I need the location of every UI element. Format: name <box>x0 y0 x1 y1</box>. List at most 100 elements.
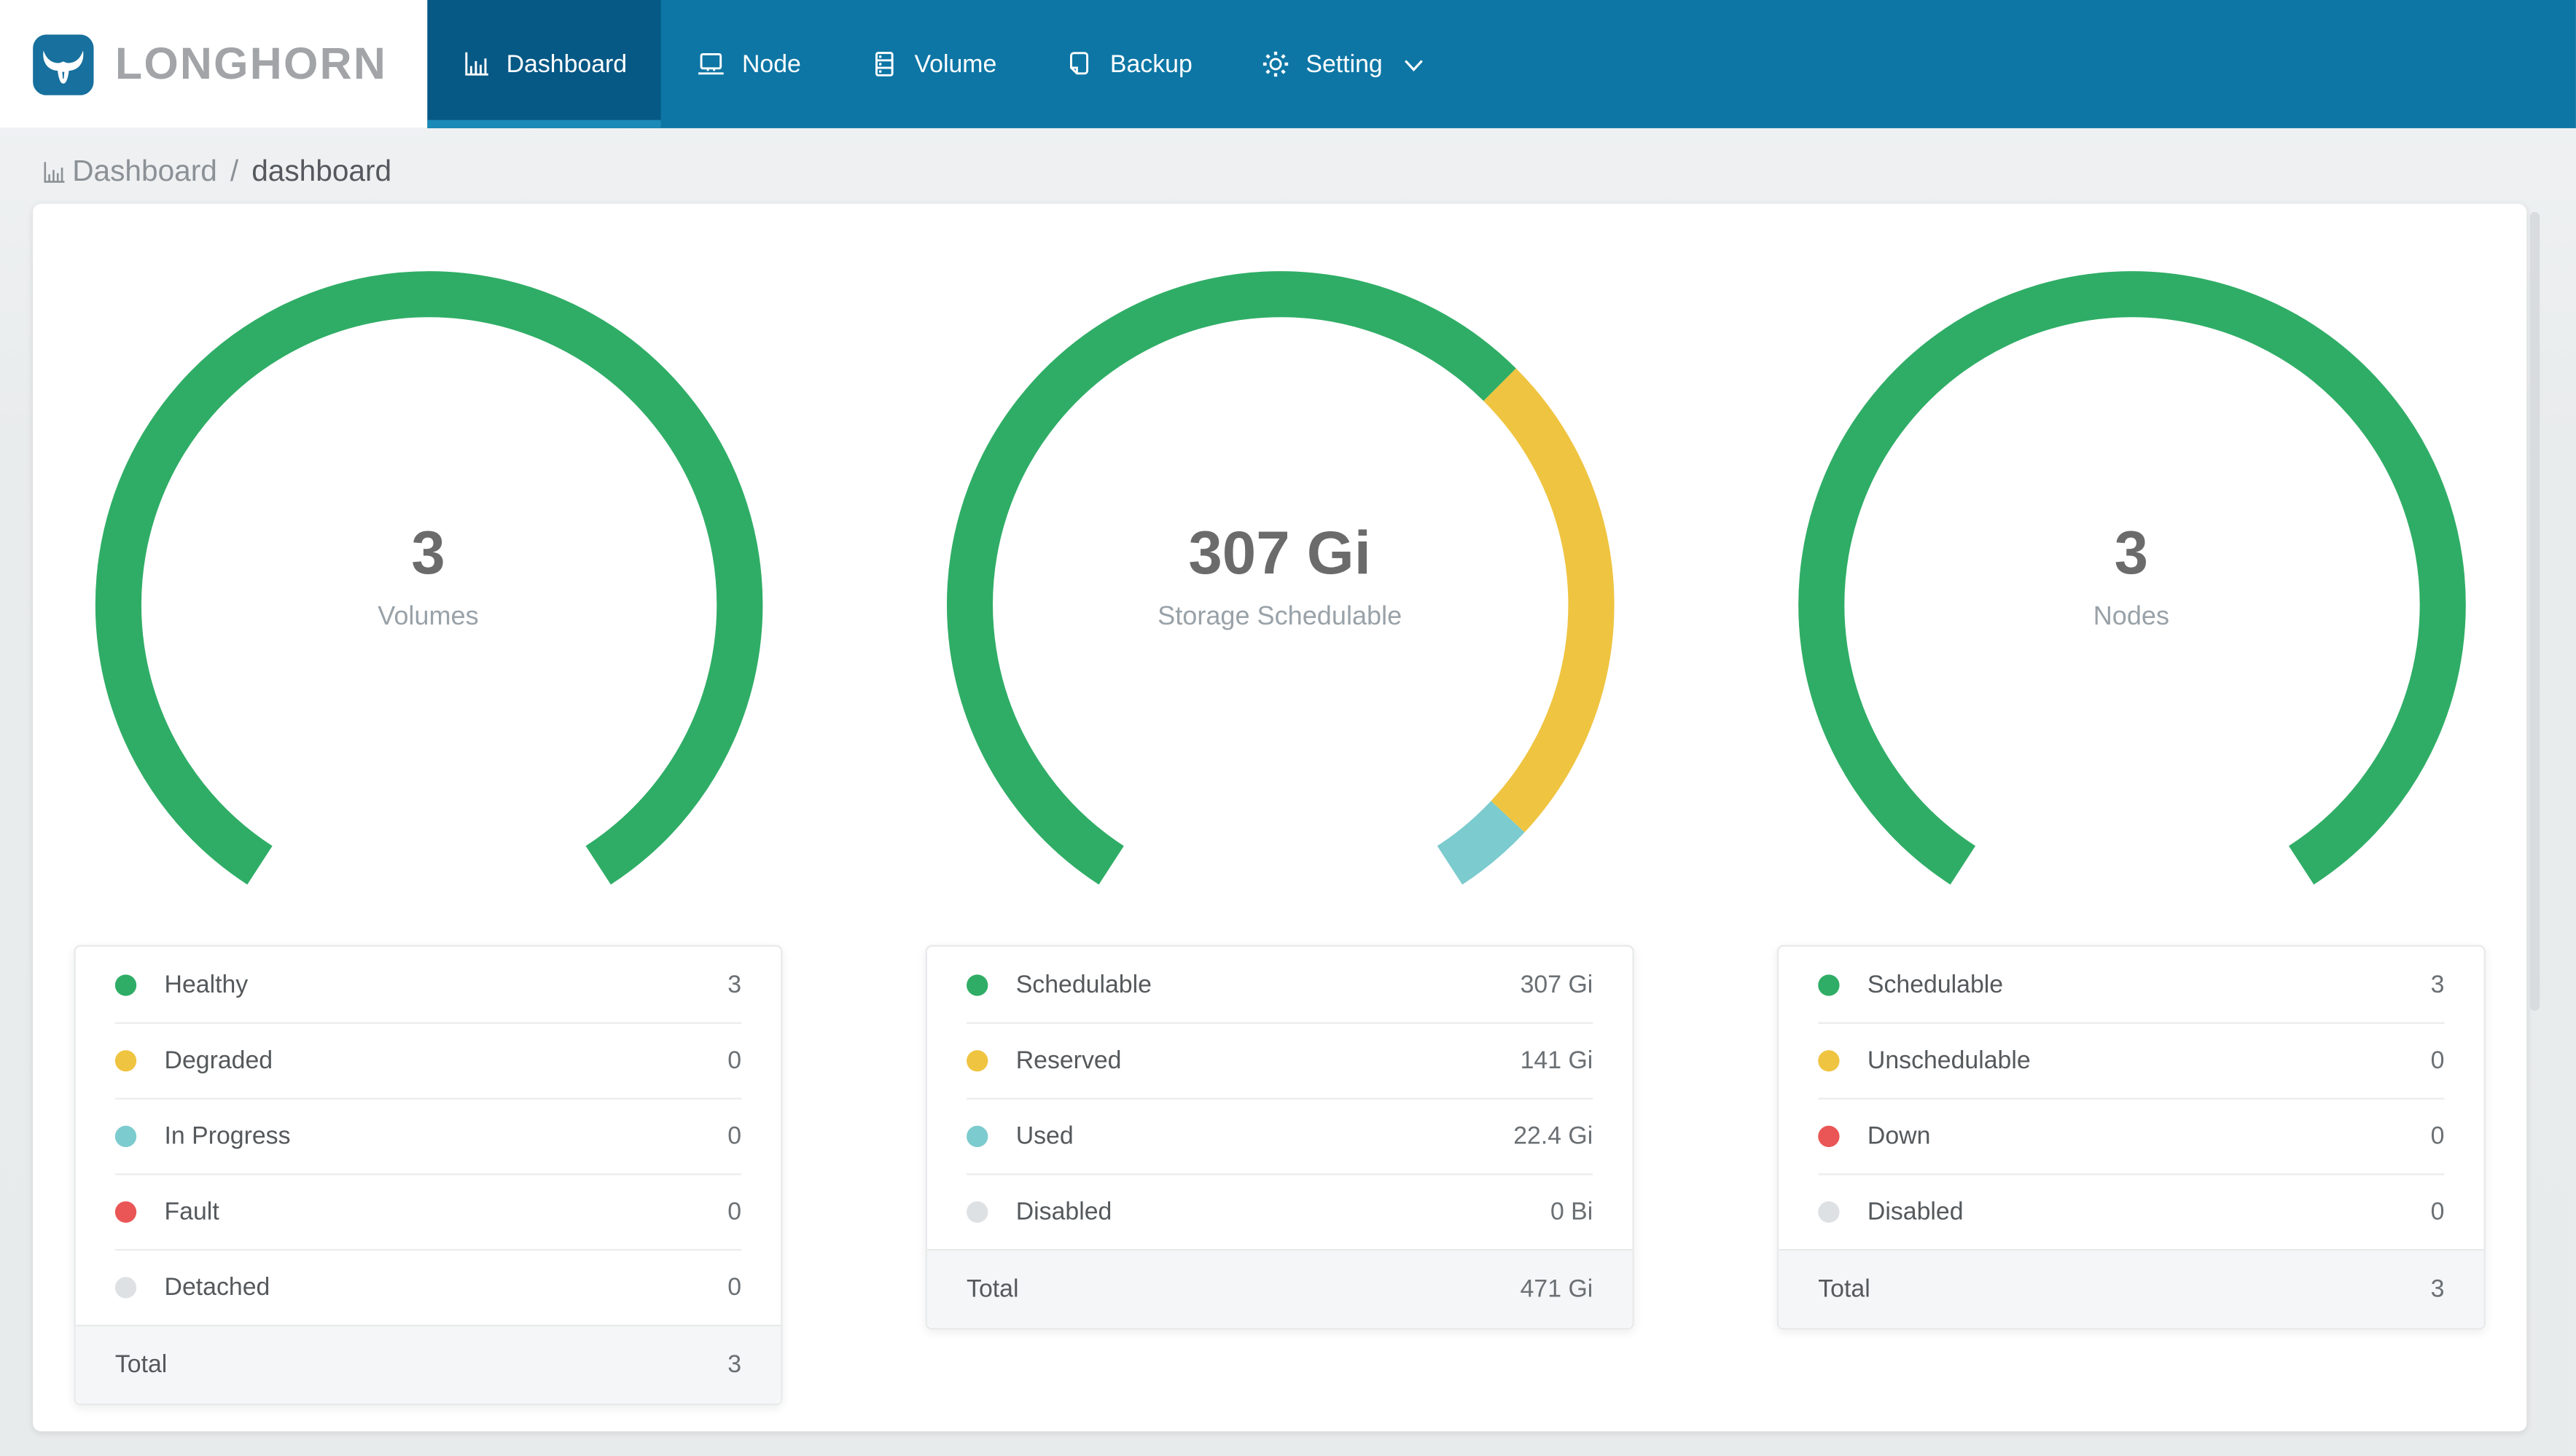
legend-label: Schedulable <box>1867 970 2004 999</box>
breadcrumb-dashboard-link[interactable]: Dashboard <box>72 154 217 188</box>
legend-dot <box>967 1200 988 1222</box>
legend-label: Degraded <box>164 1046 273 1074</box>
gauge-panel-storage-schedulable: 307 Gi Storage Schedulable Schedulable 307 … <box>925 204 1634 1406</box>
legend-value: 3 <box>727 970 742 999</box>
legend-value: 0 <box>727 1122 742 1150</box>
legend-total-row: Total 3 <box>75 1324 781 1404</box>
legend-dot <box>114 1124 137 1147</box>
legend-label: Reserved <box>1015 1046 1122 1074</box>
server-icon <box>875 52 894 77</box>
legend-row-disabled: Disabled 0 <box>1779 1173 2483 1249</box>
legend-label: Disabled <box>1867 1197 1964 1226</box>
legend-row-disabled: Disabled 0 Bi <box>927 1173 1632 1249</box>
legend-total-row: Total 3 <box>1779 1248 2484 1328</box>
gauge-segment-schedulable <box>1798 271 2465 885</box>
scrollbar-thumb[interactable] <box>2529 211 2540 1011</box>
breadcrumb-separator: / <box>230 153 239 187</box>
legend-total-value: 3 <box>727 1350 742 1379</box>
legend-value: 22.4 Gi <box>1513 1122 1593 1150</box>
legend-value: 0 <box>2430 1046 2445 1074</box>
legend-row-unschedulable: Unschedulable 0 <box>1779 1022 2483 1098</box>
legend-row-detached: Detached 0 <box>76 1248 781 1325</box>
gauge-ring-volumes: 3 Volumes <box>91 268 765 942</box>
nav-label: Dashboard <box>506 50 628 79</box>
legend-row-fault: Fault 0 <box>76 1173 781 1249</box>
gauge-segment-used <box>1436 800 1524 885</box>
donut-gauge <box>94 271 762 885</box>
legend-card-volumes: Healthy 3 Degraded 0 In Progress 0 Fault 0 Detac… <box>74 944 783 1406</box>
logo-link[interactable]: LONGHORN <box>0 0 428 128</box>
legend-total-label: Total <box>114 1350 168 1379</box>
nav-item-volume[interactable]: Volume <box>835 0 1031 128</box>
logo-wordmark: LONGHORN <box>114 38 388 88</box>
legend-row-used: Used 22.4 Gi <box>927 1097 1632 1173</box>
legend-dot <box>967 974 988 995</box>
file-copy-icon <box>1070 52 1089 75</box>
breadcrumb: Dashboard / dashboard <box>0 128 2576 214</box>
legend-row-reserved: Reserved 141 Gi <box>927 1022 1632 1098</box>
breadcrumb-current-page: dashboard <box>251 153 392 187</box>
legend-value: 0 Bi <box>1550 1197 1593 1226</box>
page: LONGHORN Dashboard Node Volume Backup Se… <box>0 0 2576 1456</box>
nav-item-backup[interactable]: Backup <box>1031 0 1227 128</box>
legend-value: 0 <box>2430 1122 2445 1150</box>
main-nav: Dashboard Node Volume Backup Setting <box>427 0 1458 128</box>
dashboard-card: 3 Volumes Healthy 3 Degraded 0 In Progress 0 Fau… <box>33 203 2527 1432</box>
legend-value: 0 <box>2430 1197 2445 1226</box>
nav-item-dashboard[interactable]: Dashboard <box>427 0 663 128</box>
bar-chart-icon <box>44 162 65 183</box>
legend-row-schedulable: Schedulable 3 <box>1779 947 2483 1022</box>
gear-icon <box>1263 51 1289 77</box>
legend-row-healthy: Healthy 3 <box>76 947 781 1022</box>
nav-item-node[interactable]: Node <box>661 0 835 128</box>
legend-dot <box>114 1200 137 1222</box>
legend-label: Used <box>1015 1122 1074 1150</box>
legend-row-down: Down 0 <box>1779 1097 2483 1173</box>
legend-dot <box>114 1276 137 1298</box>
legend-dot <box>967 1124 988 1147</box>
legend-label: Schedulable <box>1015 970 1152 999</box>
legend-label: Unschedulable <box>1867 1046 2031 1074</box>
legend-card-nodes: Schedulable 3 Unschedulable 0 Down 0 Disabled 0… <box>1776 944 2486 1330</box>
bar-chart-icon <box>465 52 488 76</box>
donut-gauge <box>1798 271 2465 885</box>
legend-row-schedulable: Schedulable 307 Gi <box>927 947 1632 1022</box>
legend-label: Healthy <box>164 970 249 999</box>
legend-total-label: Total <box>1818 1275 1870 1304</box>
gauge-segment-reserved <box>1483 368 1614 833</box>
legend-label: Detached <box>164 1272 270 1301</box>
legend-dot <box>1818 974 1840 995</box>
nav-label: Volume <box>914 50 997 79</box>
gauge-ring-storage-schedulable: 307 Gi Storage Schedulable <box>942 268 1617 942</box>
donut-gauge <box>945 271 1614 885</box>
legend-value: 3 <box>2430 970 2445 999</box>
legend-value: 0 <box>727 1046 742 1074</box>
legend-dot <box>114 974 137 995</box>
gauges-row: 3 Volumes Healthy 3 Degraded 0 In Progress 0 Fau… <box>33 204 2526 1406</box>
legend-row-in-progress: In Progress 0 <box>76 1097 781 1173</box>
legend-total-value: 3 <box>2430 1275 2445 1304</box>
legend-dot <box>967 1049 988 1071</box>
legend-label: Fault <box>164 1197 219 1226</box>
legend-value: 307 Gi <box>1520 970 1593 999</box>
gauge-ring-nodes: 3 Nodes <box>1795 268 2469 942</box>
legend-dot <box>114 1049 137 1071</box>
legend-row-degraded: Degraded 0 <box>76 1022 781 1098</box>
legend-label: Disabled <box>1015 1197 1112 1226</box>
gauge-segment-schedulable <box>945 271 1515 885</box>
legend-value: 0 <box>727 1272 742 1301</box>
legend-total-label: Total <box>967 1275 1019 1304</box>
nav-item-setting[interactable]: Setting <box>1227 0 1458 128</box>
gauge-panel-nodes: 3 Nodes Schedulable 3 Unschedulable 0 Down 0 Dis… <box>1776 204 2486 1406</box>
legend-label: In Progress <box>164 1122 291 1150</box>
legend-dot <box>1818 1124 1840 1147</box>
legend-value: 141 Gi <box>1520 1046 1593 1074</box>
gauge-segment-healthy <box>94 271 762 885</box>
top-navbar: LONGHORN Dashboard Node Volume Backup Se… <box>0 0 2576 128</box>
legend-total-row: Total 471 Gi <box>926 1248 1633 1328</box>
nav-label: Backup <box>1109 50 1193 79</box>
longhorn-bull-icon <box>33 34 94 95</box>
legend-total-value: 471 Gi <box>1520 1275 1593 1304</box>
legend-dot <box>1818 1049 1840 1071</box>
chevron-down-icon <box>1405 60 1424 71</box>
